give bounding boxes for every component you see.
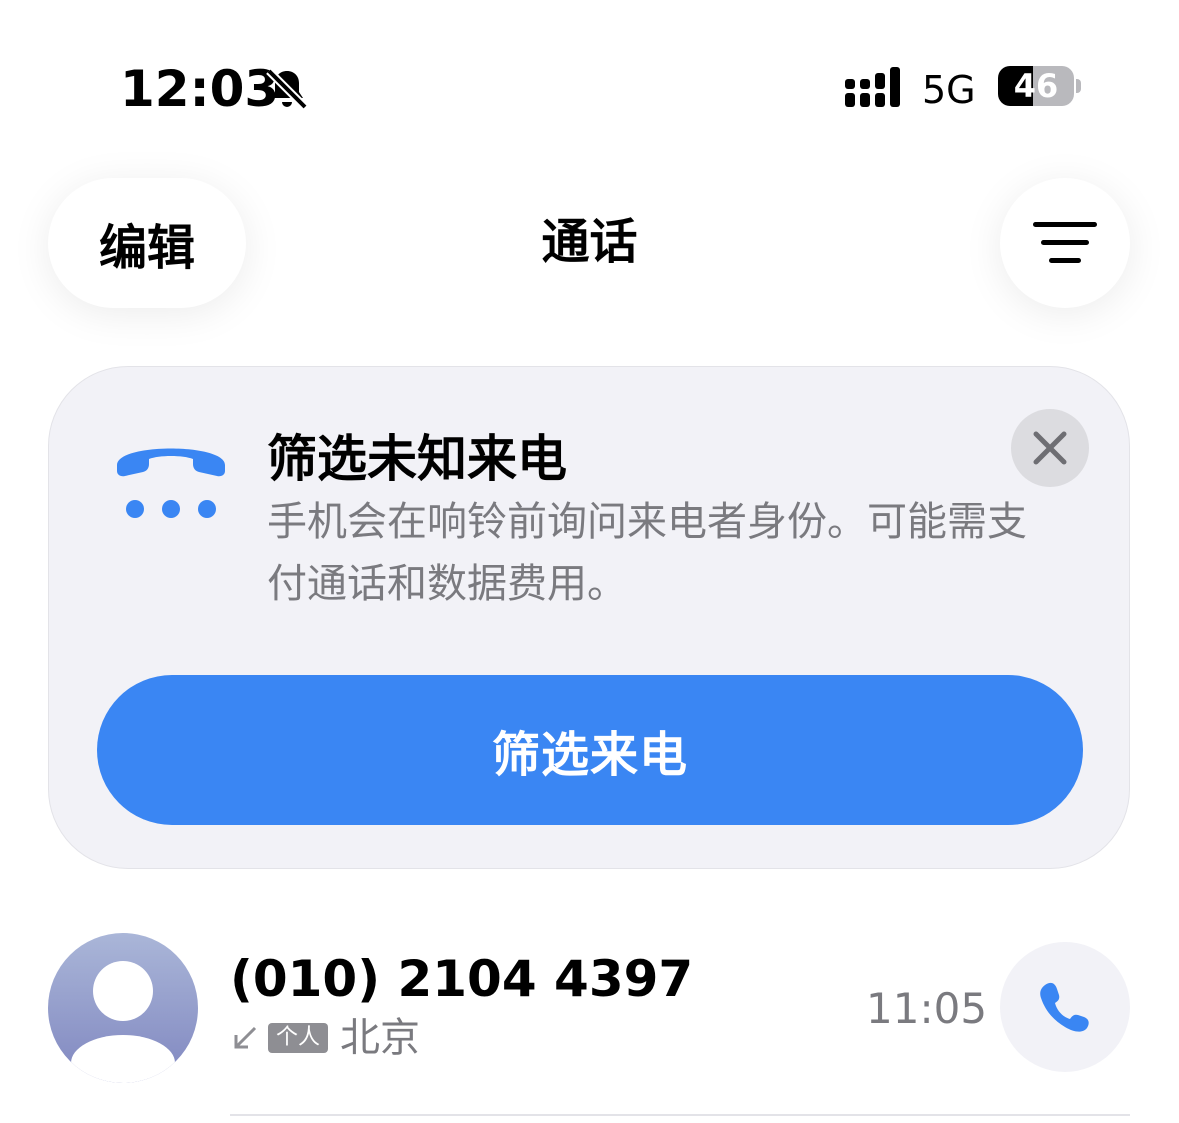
call-location: 北京 (340, 1015, 421, 1061)
incoming-arrow-icon (234, 1026, 257, 1049)
person-icon (71, 961, 175, 1083)
contact-type-badge: 个人 (268, 1023, 329, 1053)
phone-icon (1040, 982, 1089, 1032)
row-divider (230, 1114, 1130, 1116)
call-screening-card: 筛选未知来电 手机会在响铃前询问来电者身份。可能需支付通话和数据费用。 筛选来电 (48, 366, 1130, 869)
phone-screening-icon (111, 429, 231, 519)
call-button[interactable] (1000, 942, 1130, 1072)
bell-slash-icon (264, 66, 310, 112)
battery-icon: 46 (998, 66, 1082, 110)
filter-lines-icon (1033, 222, 1097, 263)
call-time: 11:05 (866, 984, 988, 1033)
card-description: 手机会在响铃前询问来电者身份。可能需支付通话和数据费用。 (267, 499, 1027, 607)
screen-calls-button[interactable]: 筛选来电 (97, 675, 1083, 825)
network-type: 5G (922, 68, 976, 112)
card-title: 筛选未知来电 (267, 430, 567, 488)
close-button[interactable] (1011, 409, 1089, 487)
filter-button[interactable] (1000, 178, 1130, 308)
cellular-signal-icon (845, 67, 907, 109)
call-details: 个人 北京 (230, 1010, 420, 1066)
close-icon (1033, 431, 1067, 465)
avatar (48, 933, 198, 1083)
battery-level: 46 (1013, 67, 1059, 105)
status-time: 12:03 (120, 60, 280, 118)
caller-number: (010) 2104 4397 (230, 950, 694, 1008)
